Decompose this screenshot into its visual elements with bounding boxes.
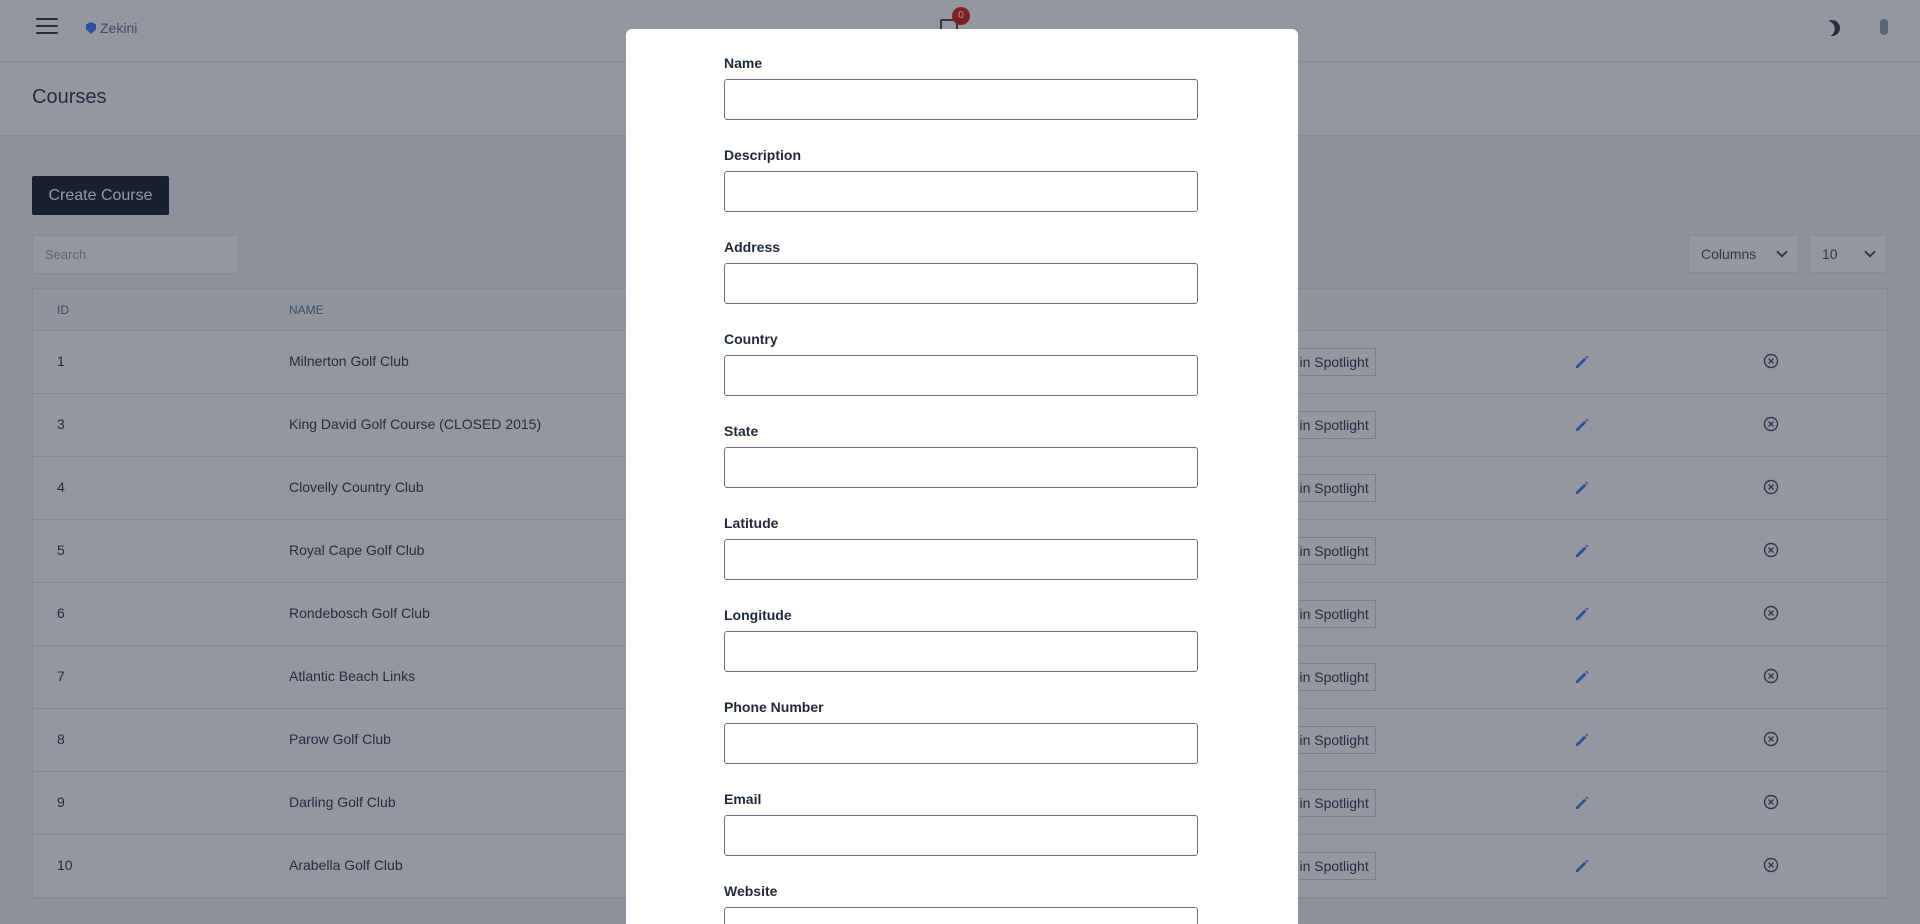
field-phone-number: Phone Number	[724, 698, 1198, 764]
field-website: Website	[724, 882, 1198, 924]
address-input[interactable]	[724, 263, 1198, 304]
field-label: Latitude	[724, 515, 779, 531]
longitude-input[interactable]	[724, 631, 1198, 672]
create-course-modal: Name Description Address Country State L…	[626, 29, 1298, 924]
website-input[interactable]	[724, 907, 1198, 924]
country-input[interactable]	[724, 355, 1198, 396]
phone-number-input[interactable]	[724, 723, 1198, 764]
field-longitude: Longitude	[724, 606, 1198, 672]
field-country: Country	[724, 330, 1198, 396]
field-label: Country	[724, 331, 778, 347]
field-label: Longitude	[724, 607, 792, 623]
state-input[interactable]	[724, 447, 1198, 488]
field-label: Phone Number	[724, 699, 824, 715]
field-latitude: Latitude	[724, 514, 1198, 580]
description-input[interactable]	[724, 171, 1198, 212]
email-input[interactable]	[724, 815, 1198, 856]
field-label: Address	[724, 239, 781, 255]
field-label: Name	[724, 55, 763, 71]
field-address: Address	[724, 238, 1198, 304]
field-label: State	[724, 423, 759, 439]
field-description: Description	[724, 146, 1198, 212]
field-label: Description	[724, 147, 802, 163]
field-label: Email	[724, 791, 762, 807]
field-label: Website	[724, 883, 778, 899]
latitude-input[interactable]	[724, 539, 1198, 580]
field-state: State	[724, 422, 1198, 488]
field-email: Email	[724, 790, 1198, 856]
name-input[interactable]	[724, 79, 1198, 120]
field-name: Name	[724, 54, 1198, 120]
